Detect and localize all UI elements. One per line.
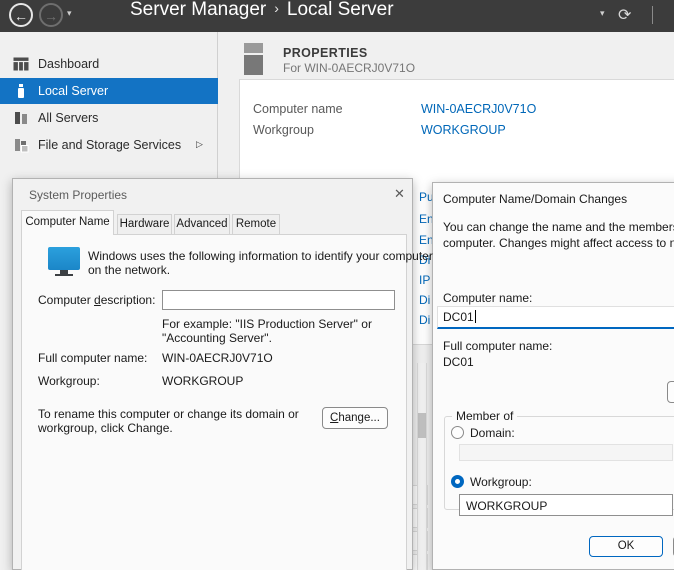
background-scrollbar[interactable] [417,363,427,570]
domain-input[interactable] [459,444,673,461]
sidebar-item-label: All Servers [38,111,98,125]
titlebar: ← → ▾ Server Manager›Local Server ▾ ⟳ [0,0,674,32]
forward-icon[interactable]: → [39,3,63,27]
dialog-title: System Properties [29,188,127,202]
clipped-link-fragment[interactable]: Di [419,293,433,307]
all-servers-icon [13,110,29,126]
clipped-link-fragment[interactable]: Di [419,313,433,327]
intro-text-line2: on the network. [88,263,170,277]
computer-description-input[interactable] [162,290,395,310]
domain-radio[interactable] [451,426,464,439]
clipped-link-fragment[interactable]: En [419,212,433,226]
full-computer-name-value: WIN-0AECRJ0V71O [162,351,273,365]
workgroup-radio-label[interactable]: Workgroup: [470,475,532,489]
workgroup-radio[interactable] [451,475,464,488]
properties-heading: PROPERTIES [283,46,368,60]
tab-hardware[interactable]: Hardware [117,214,172,235]
tab-computer-name[interactable]: Computer Name [21,210,114,235]
clipped-link-fragment[interactable]: Pu [419,190,433,204]
server-tower-icon [244,43,263,75]
computer-name-label: Computer name: [443,291,532,305]
back-icon[interactable]: ← [9,3,33,27]
workgroup-value: WORKGROUP [162,374,243,388]
toolbar-caret-down-icon[interactable]: ▾ [600,8,605,19]
workgroup-label: Workgroup: [38,374,100,388]
computer-name-value: DC01 [443,310,474,324]
scrollbar-thumb[interactable] [418,413,426,438]
monitor-icon-base [55,274,73,276]
computer-name-tab-panel: Windows uses the following information t… [21,234,407,570]
sidebar-item-label: File and Storage Services [38,138,181,152]
tab-label: Hardware [120,218,170,230]
property-label: Computer name [253,102,343,116]
clipped-link-fragment[interactable]: IP [419,273,433,287]
close-icon[interactable]: ✕ [394,186,405,202]
sidebar-item-label: Dashboard [38,57,99,71]
full-computer-name-label: Full computer name: [38,351,147,365]
full-computer-name-value: DC01 [443,355,474,369]
clipped-link-fragment[interactable]: En [419,233,433,247]
tab-label: Computer Name [25,216,109,228]
workgroup-input[interactable]: WORKGROUP [459,494,673,516]
local-server-icon [13,83,29,99]
breadcrumb-local-server[interactable]: Local Server [287,0,394,20]
breadcrumb: Server Manager›Local Server [130,0,394,21]
tab-label: Remote [236,218,276,230]
properties-subheading: For WIN-0AECRJ0V71O [283,61,415,75]
breadcrumb-server-manager[interactable]: Server Manager [130,0,266,20]
system-properties-dialog: System Properties ✕ Computer Name Hardwa… [12,178,413,570]
example-text-line1: For example: "IIS Production Server" or [162,317,372,331]
tab-remote[interactable]: Remote [232,214,280,235]
screen: ← → ▾ Server Manager›Local Server ▾ ⟳ Da… [0,0,674,570]
body-text-line2: computer. Changes might affect access to… [443,236,674,250]
computer-description-label: Computer description: [38,293,155,307]
nav-caret-down-icon[interactable]: ▾ [67,8,72,19]
monitor-icon [48,247,80,270]
tab-label: Advanced [176,218,227,230]
ok-button-label: OK [618,540,635,552]
sidebar-item-dashboard[interactable]: Dashboard [0,51,218,77]
example-text-line2: "Accounting Server". [162,331,272,345]
domain-radio-label[interactable]: Domain: [470,426,515,440]
sidebar-item-all-servers[interactable]: All Servers [0,105,218,131]
workgroup-value: WORKGROUP [466,499,547,513]
full-computer-name-label: Full computer name: [443,339,552,353]
more-button[interactable] [667,381,674,403]
titlebar-separator [652,6,653,24]
property-label: Workgroup [253,123,314,137]
sidebar-item-local-server[interactable]: Local Server [0,78,218,104]
computer-name-input[interactable]: DC01 [437,306,674,329]
sidebar-item-label: Local Server [38,84,108,98]
rename-text-line1: To rename this computer or change its do… [38,407,299,421]
dialog-title: Computer Name/Domain Changes [443,192,627,206]
refresh-icon[interactable]: ⟳ [618,5,631,25]
dashboard-icon [13,56,29,72]
ok-button[interactable]: OK [589,536,663,557]
computer-name-link[interactable]: WIN-0AECRJ0V71O [421,102,536,116]
sidebar-item-file-storage-services[interactable]: File and Storage Services ▷ [0,132,218,158]
body-text-line1: You can change the name and the membersh… [443,220,674,234]
rename-text-line2: workgroup, click Change. [38,421,173,435]
text-cursor [475,310,476,323]
workgroup-link[interactable]: WORKGROUP [421,123,506,137]
domain-changes-dialog: Computer Name/Domain Changes You can cha… [432,182,674,570]
file-storage-services-icon [13,137,29,153]
change-button[interactable]: Change... [322,407,388,429]
breadcrumb-arrow-icon: › [266,0,287,16]
member-of-label: Member of [452,409,517,423]
intro-text-line1: Windows uses the following information t… [88,249,433,263]
tab-advanced[interactable]: Advanced [174,214,230,235]
expander-icon[interactable]: ▷ [196,139,203,150]
